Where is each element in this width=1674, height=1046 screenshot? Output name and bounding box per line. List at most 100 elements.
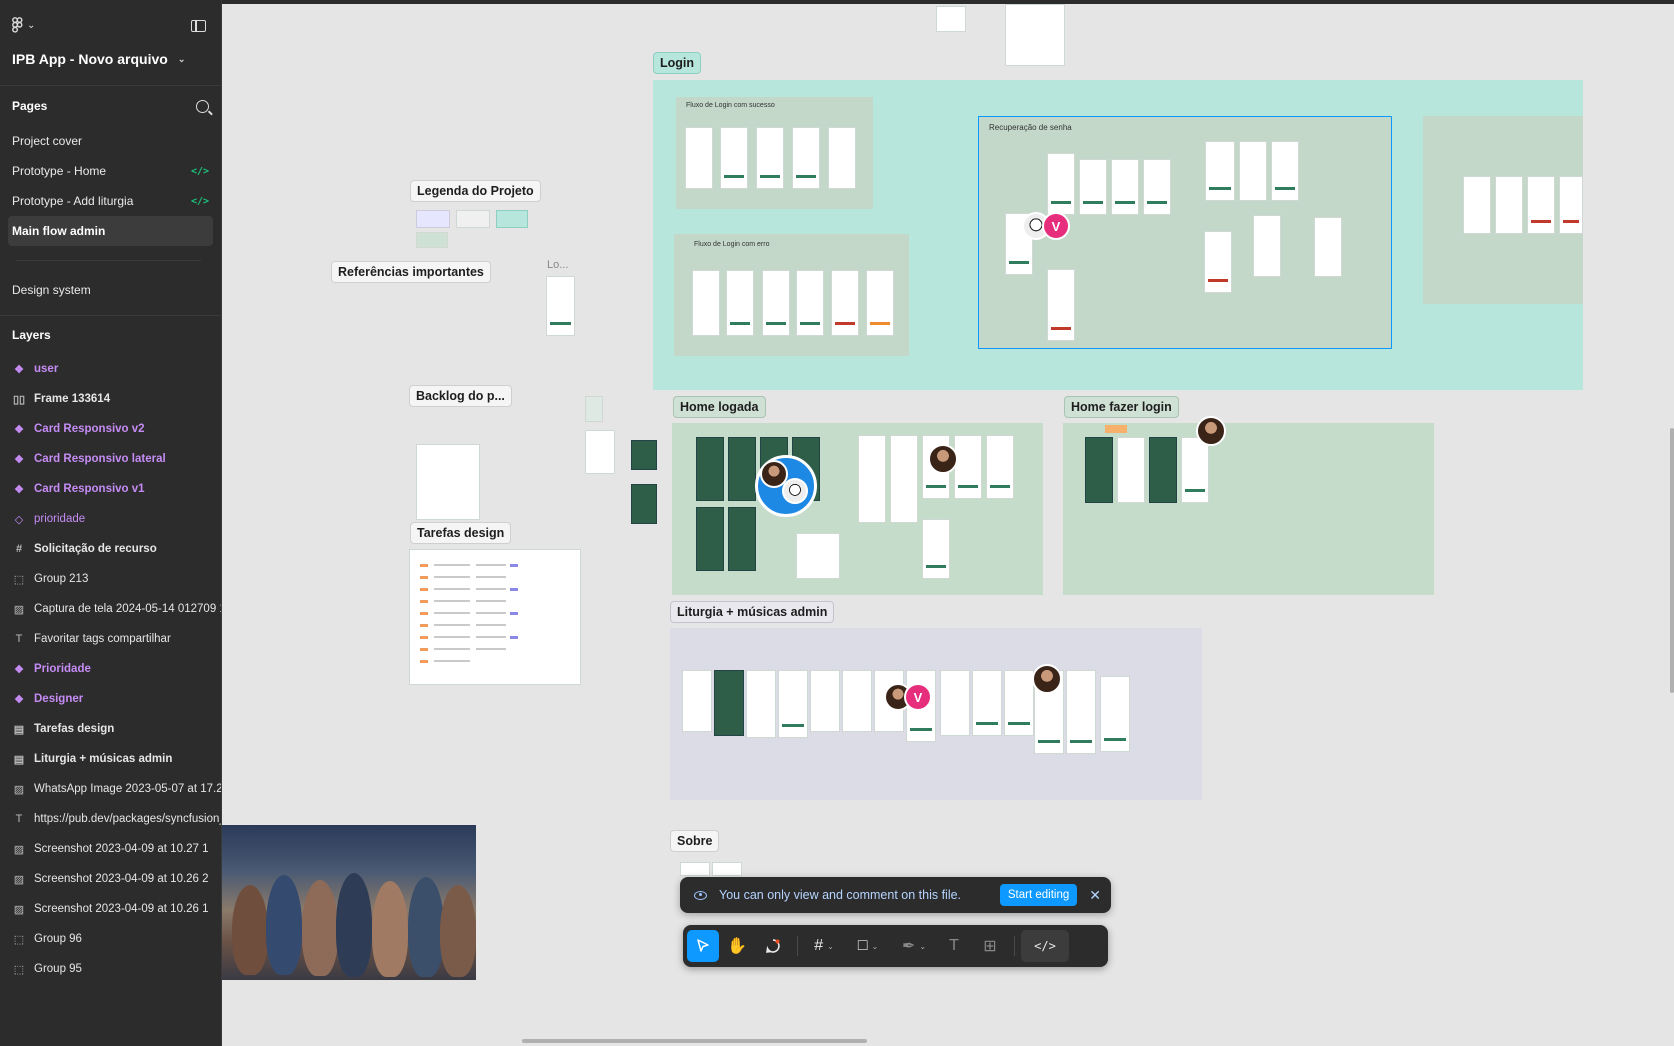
pen-tool-button[interactable]: ✒ ⌄ bbox=[892, 930, 936, 962]
layer-item[interactable]: ❖ Card Responsivo v1 bbox=[0, 474, 221, 504]
section-label-referencias[interactable]: Referências importantes bbox=[331, 261, 491, 283]
layer-item[interactable]: ▤ Liturgia + músicas admin bbox=[0, 744, 221, 774]
group-icon: ⬚ bbox=[13, 573, 25, 586]
layer-item[interactable]: ▨ Screenshot 2023-04-09 at 10.26 2 bbox=[0, 864, 221, 894]
move-tool-button[interactable] bbox=[687, 930, 719, 962]
section-login[interactable]: Fluxo de Login com sucesso Fluxo de Logi… bbox=[653, 80, 1583, 390]
layer-item[interactable]: ❖ Card Responsivo v2 bbox=[0, 414, 221, 444]
section-label-login[interactable]: Login bbox=[653, 52, 702, 74]
section-liturgia[interactable] bbox=[670, 628, 1202, 800]
section-label-home-fazer-login[interactable]: Home fazer login bbox=[1064, 396, 1179, 418]
layer-item[interactable]: ❖ user bbox=[0, 354, 221, 384]
section-label-home-logada[interactable]: Home logada bbox=[673, 396, 766, 418]
horizontal-scrollbar[interactable] bbox=[522, 1039, 867, 1043]
layer-item[interactable]: ▨ Screenshot 2023-04-09 at 10.26 1 bbox=[0, 894, 221, 924]
component-icon: ❖ bbox=[14, 453, 24, 466]
page-item-project-cover[interactable]: Project cover bbox=[8, 126, 213, 156]
screen-thumbnail bbox=[778, 670, 808, 738]
file-title[interactable]: IPB App - Novo arquivo ⌄ bbox=[12, 51, 185, 67]
screen-thumbnail bbox=[714, 670, 744, 736]
sidebar-toggle-icon[interactable] bbox=[191, 20, 206, 32]
note-title: Recuperação de senha bbox=[989, 123, 1072, 132]
collaborator-avatar[interactable]: V bbox=[1042, 212, 1070, 240]
comment-icon bbox=[766, 939, 780, 953]
code-icon: </> bbox=[1034, 939, 1056, 953]
design-canvas[interactable]: Login Fluxo de Login com sucesso Fluxo d… bbox=[222, 0, 1674, 1046]
main-menu-button[interactable]: ⌄ bbox=[12, 17, 35, 33]
layer-item[interactable]: ⬚ Group 213 bbox=[0, 564, 221, 594]
section-label-liturgia[interactable]: Liturgia + músicas admin bbox=[670, 601, 835, 623]
layer-item[interactable]: Thttps://pub.dev/packages/syncfusion_ bbox=[0, 804, 221, 834]
layer-item[interactable]: ❖ Prioridade bbox=[0, 654, 221, 684]
screen-thumbnail bbox=[1253, 215, 1281, 277]
component-thumbnail bbox=[585, 430, 615, 474]
layer-item[interactable]: ⬚ Group 96 bbox=[0, 924, 221, 954]
layer-item[interactable]: ❖ Card Responsivo lateral bbox=[0, 444, 221, 474]
collaborator-avatar[interactable] bbox=[1032, 664, 1062, 694]
group-icon: ⬚ bbox=[13, 963, 25, 976]
page-item-main-flow-admin[interactable]: Main flow admin bbox=[8, 216, 213, 246]
flow-offscreen bbox=[1423, 116, 1583, 304]
eye-icon bbox=[694, 890, 707, 900]
collaborator-avatar[interactable] bbox=[1196, 416, 1226, 446]
layer-item[interactable]: ⬚ Group 95 bbox=[0, 954, 221, 984]
legend-swatch bbox=[496, 210, 528, 228]
screen-thumbnail bbox=[682, 670, 712, 732]
hand-tool-button[interactable]: ✋ bbox=[719, 930, 755, 962]
page-label: Prototype - Home bbox=[12, 164, 107, 178]
layer-item[interactable]: # Solicitação de recurso bbox=[0, 534, 221, 564]
collaborator-avatar[interactable] bbox=[928, 444, 958, 474]
section-label-sobre[interactable]: Sobre bbox=[670, 830, 720, 852]
screen-thumbnail bbox=[972, 670, 1002, 736]
section-home-logada[interactable] bbox=[672, 423, 1043, 595]
shape-tool-button[interactable]: □ ⌄ bbox=[844, 930, 892, 962]
screen-thumbnail bbox=[1181, 437, 1209, 503]
component-thumbnail bbox=[585, 396, 603, 422]
frame-tool-button[interactable]: # ⌄ bbox=[804, 930, 844, 962]
left-sidebar: ⌄ IPB App - Novo arquivo ⌄ Pages Project… bbox=[0, 0, 222, 1046]
page-item-design-system[interactable]: Design system bbox=[8, 275, 213, 305]
file-header: ⌄ IPB App - Novo arquivo ⌄ bbox=[0, 0, 221, 86]
sticky-note bbox=[1105, 425, 1127, 433]
screen-thumbnail bbox=[1004, 670, 1034, 736]
text-tool-button[interactable]: T bbox=[936, 930, 972, 962]
frame-thumbnail[interactable] bbox=[936, 6, 966, 32]
screen-thumbnail bbox=[1047, 269, 1075, 341]
layer-item[interactable]: ▨ WhatsApp Image 2023-05-07 at 17.26 bbox=[0, 774, 221, 804]
layer-item[interactable]: ◇ prioridade bbox=[0, 504, 221, 534]
tasks-table-rows bbox=[420, 564, 518, 663]
tasks-table-frame[interactable] bbox=[409, 549, 581, 685]
layer-item[interactable]: ▨ Captura de tela 2024-05-14 012709 1 bbox=[0, 594, 221, 624]
canvas-top-edge bbox=[222, 0, 1674, 4]
team-photo-image[interactable] bbox=[222, 825, 476, 980]
section-home-fazer-login[interactable] bbox=[1063, 423, 1434, 595]
page-item-prototype-add-liturgia[interactable]: Prototype - Add liturgia </> bbox=[8, 186, 213, 216]
frame-thumbnail[interactable] bbox=[1005, 4, 1065, 66]
resources-tool-button[interactable]: ⊞ bbox=[972, 930, 1008, 962]
component-thumbnail bbox=[631, 440, 657, 470]
section-label-legenda[interactable]: Legenda do Projeto bbox=[410, 180, 541, 202]
search-icon[interactable] bbox=[196, 99, 209, 113]
start-editing-button[interactable]: Start editing bbox=[999, 884, 1078, 906]
screen-thumbnail bbox=[792, 127, 820, 189]
comment-tool-button[interactable] bbox=[755, 930, 791, 962]
layer-item[interactable]: T Favoritar tags compartilhar bbox=[0, 624, 221, 654]
layer-item[interactable]: ▯▯ Frame 133614 bbox=[0, 384, 221, 414]
text-icon: T bbox=[15, 813, 23, 825]
image-icon: ▨ bbox=[13, 843, 25, 856]
screen-thumbnail bbox=[1100, 676, 1130, 752]
layer-item[interactable]: ▨ Screenshot 2023-04-09 at 10.27 1 bbox=[0, 834, 221, 864]
dev-mode-toggle[interactable]: </> bbox=[1021, 930, 1069, 962]
collaborator-avatar[interactable] bbox=[782, 478, 808, 504]
layer-item[interactable]: ❖ Designer bbox=[0, 684, 221, 714]
close-icon[interactable]: ✕ bbox=[1089, 887, 1101, 904]
vertical-scrollbar[interactable] bbox=[1670, 428, 1674, 693]
layer-item[interactable]: ▤ Tarefas design bbox=[0, 714, 221, 744]
component-icon: ❖ bbox=[14, 663, 24, 676]
page-item-prototype-home[interactable]: Prototype - Home </> bbox=[8, 156, 213, 186]
section-label-lo[interactable]: Lo... bbox=[547, 259, 568, 271]
photo-person bbox=[336, 873, 372, 977]
section-label-backlog[interactable]: Backlog do p... bbox=[409, 385, 512, 407]
section-label-tarefas[interactable]: Tarefas design bbox=[410, 522, 512, 544]
collaborator-avatar[interactable]: V bbox=[904, 683, 932, 711]
